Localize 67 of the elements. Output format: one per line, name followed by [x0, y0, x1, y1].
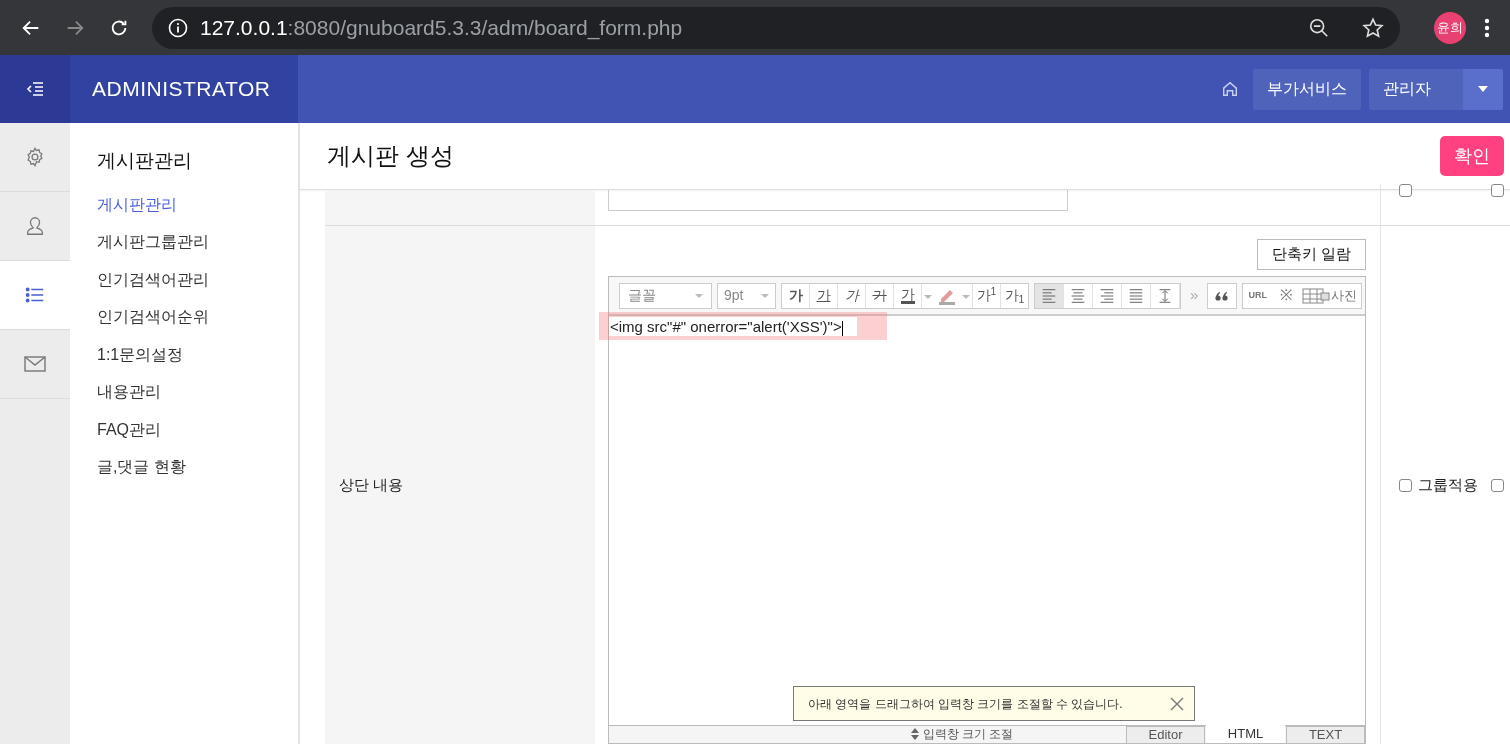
align-button[interactable] [1035, 283, 1064, 308]
format-button[interactable]: 가 [810, 283, 838, 308]
table-icon[interactable] [1301, 286, 1332, 305]
mail-icon [23, 354, 47, 374]
checkbox-label: 그룹적용 [1418, 474, 1478, 495]
checkbox[interactable] [1491, 478, 1504, 492]
align-center-icon [1069, 286, 1087, 305]
sidebar-toggle-button[interactable] [0, 55, 70, 123]
format-button[interactable]: 가 [838, 283, 866, 308]
nav-item[interactable]: 내용관리 [97, 379, 298, 417]
script-button[interactable]: 가$^{1}$ [972, 283, 1000, 308]
settings-icon [24, 146, 46, 168]
hint-text: 아래 영역을 드래그하여 입력창 크기를 조절할 수 있습니다. [808, 695, 1123, 713]
checkbox[interactable] [1491, 184, 1504, 197]
close-icon[interactable] [1170, 696, 1184, 711]
nav-item[interactable]: 게시판관리 [97, 191, 298, 229]
quote-icon [1215, 290, 1230, 301]
format-button[interactable]: 가 [894, 283, 922, 308]
user-icon [24, 215, 46, 237]
align-left-icon [1040, 286, 1058, 305]
align-right-icon [1098, 286, 1116, 305]
address-bar[interactable]: 127.0.0.1:8080/gnuboard5.3.3/adm/board_form.php [152, 6, 1400, 49]
script-button[interactable]: 가$_{1}$ [1000, 283, 1028, 308]
page-title: 게시판 생성 [327, 141, 454, 171]
format-button[interactable]: 가 [866, 283, 894, 308]
nav-item[interactable]: 게시판그룹관리 [97, 229, 298, 267]
mode-tab[interactable]: TEXT [1286, 726, 1365, 744]
collapse-menu-icon [26, 81, 44, 97]
url-text: 127.0.0.1:8080/gnuboard5.3.3/adm/board_form.php [200, 14, 683, 42]
checkbox[interactable] [1399, 478, 1412, 492]
caret-icon [761, 293, 769, 298]
resize-bar[interactable]: 입력창 크기 조절 Editor HTML TEXT [609, 725, 1365, 743]
brand-title: ADMINISTRATOR [92, 76, 271, 103]
shortcut-button[interactable]: 단축키 일람 [1256, 239, 1366, 270]
size-select[interactable]: 9pt [717, 282, 776, 309]
zoom-out-icon[interactable] [1308, 16, 1330, 39]
content-text: <img src"#" onerror="alert('XSS')"> [609, 317, 857, 336]
text-input[interactable] [608, 190, 1068, 211]
quote-button[interactable] [1207, 282, 1238, 309]
nav-item[interactable]: 글,댓글 현황 [97, 454, 298, 492]
resize-label: 입력창 크기 조절 [922, 726, 1014, 742]
link-button[interactable]: URL [1243, 288, 1273, 303]
admin-menu-button[interactable]: 관리자 [1369, 68, 1463, 110]
nav-title: 게시판관리 [97, 149, 193, 173]
dropdown-button[interactable] [1463, 68, 1503, 110]
font-select[interactable]: 글꼴 [619, 282, 712, 309]
profile-avatar[interactable]: 윤희 [1434, 11, 1466, 44]
symbol-button[interactable]: ※ [1272, 284, 1302, 307]
resize-icon [910, 728, 919, 740]
photo-button[interactable]: 사진 [1331, 285, 1362, 306]
info-icon [168, 17, 188, 38]
checkbox[interactable] [1399, 184, 1412, 197]
nav-item[interactable]: 인기검색어순위 [97, 304, 298, 342]
field-label: 상단 내용 [339, 474, 404, 495]
mode-tab[interactable]: Editor [1126, 726, 1205, 744]
caret-icon [695, 293, 703, 298]
nav-item[interactable]: 1:1문의설정 [97, 341, 298, 379]
caret-icon [1478, 86, 1488, 92]
align-justify-icon [1127, 286, 1145, 305]
services-button[interactable]: 부가서비스 [1253, 68, 1361, 110]
nav-item[interactable]: FAQ관리 [97, 416, 298, 454]
mode-tab[interactable]: HTML [1206, 725, 1285, 743]
format-button[interactable]: 가 [782, 283, 810, 308]
nav-item[interactable]: 인기검색어관리 [97, 266, 298, 304]
home-icon[interactable] [1221, 80, 1239, 98]
star-icon[interactable] [1362, 16, 1384, 39]
more-icon[interactable] [1484, 17, 1490, 38]
